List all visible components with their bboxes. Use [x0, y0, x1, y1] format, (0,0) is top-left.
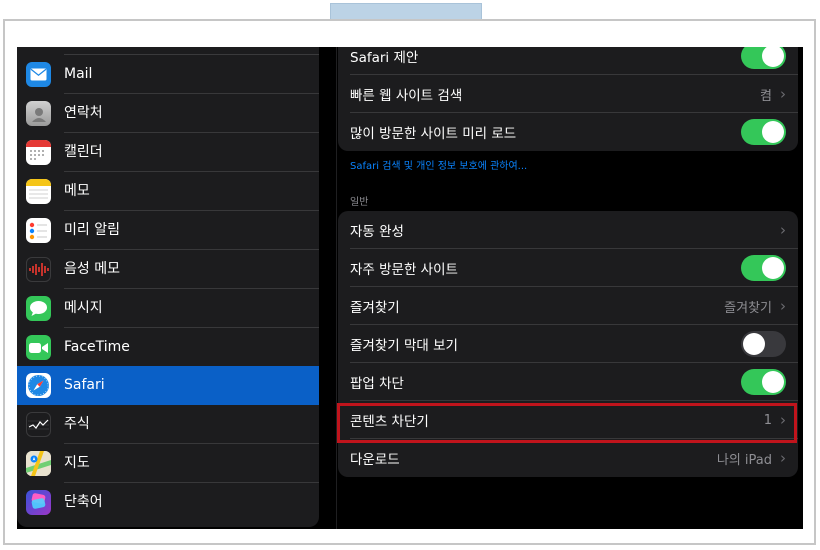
- sidebar-item-facetime[interactable]: FaceTime: [17, 328, 319, 367]
- toggle-knob: [762, 47, 784, 67]
- mail-icon: [26, 62, 51, 87]
- row-show-favorites-bar[interactable]: 즐겨찾기 막대 보기: [338, 325, 798, 363]
- sidebar-item-label: 메모: [64, 183, 90, 199]
- sidebar-item-reminders[interactable]: 미리 알림: [17, 211, 319, 250]
- row-downloads[interactable]: 다운로드 나의 iPad ›: [338, 439, 798, 477]
- chevron-right-icon: ›: [780, 221, 786, 239]
- content-blockers-highlight-box: [337, 403, 797, 443]
- sidebar-item-mail[interactable]: Mail: [17, 55, 319, 94]
- row-label: 다운로드: [350, 452, 400, 468]
- sidebar-item-label: 연락처: [64, 105, 103, 121]
- row-preload-top-hit[interactable]: 많이 방문한 사이트 미리 로드: [338, 113, 798, 151]
- sidebar-item-label: 메시지: [64, 300, 103, 316]
- chevron-right-icon: ›: [780, 85, 786, 103]
- row-value: 켬: [760, 88, 772, 104]
- ipad-settings-screen: Mail 연락처 캘린더 메모 미리 알림 음성 메모 메시지 FaceTime…: [17, 47, 803, 529]
- sidebar-item-shortcuts[interactable]: 단축어: [17, 483, 319, 522]
- row-label: 즐겨찾기: [350, 300, 400, 316]
- frequently-visited-toggle[interactable]: [741, 255, 786, 281]
- toggle-knob: [762, 257, 784, 279]
- toggle-knob: [762, 371, 784, 393]
- sidebar-item-contacts[interactable]: 연락처: [17, 94, 319, 133]
- row-block-popups[interactable]: 팝업 차단: [338, 363, 798, 401]
- section-header-general: 일반: [350, 197, 369, 208]
- shortcuts-icon: [26, 490, 51, 515]
- sidebar-item-label: 지도: [64, 455, 90, 471]
- row-label: 많이 방문한 사이트 미리 로드: [350, 126, 517, 142]
- voice-memos-icon: [26, 257, 51, 282]
- settings-sidebar: Mail 연락처 캘린더 메모 미리 알림 음성 메모 메시지 FaceTime…: [17, 47, 319, 527]
- sidebar-item-label: 캘린더: [64, 144, 103, 160]
- toggle-knob: [743, 333, 765, 355]
- notes-icon: [26, 179, 51, 204]
- row-label: Safari 제안: [350, 50, 419, 66]
- row-label: 자동 완성: [350, 224, 404, 240]
- row-label: 즐겨찾기 막대 보기: [350, 338, 458, 354]
- block-popups-toggle[interactable]: [741, 369, 786, 395]
- sidebar-item-label: 미리 알림: [64, 222, 120, 238]
- sidebar-item-maps[interactable]: 지도: [17, 444, 319, 483]
- messages-icon: [26, 296, 51, 321]
- facetime-icon: [26, 335, 51, 360]
- preload-top-hit-toggle[interactable]: [741, 119, 786, 145]
- contacts-icon: [26, 101, 51, 126]
- row-label: 자주 방문한 사이트: [350, 262, 458, 278]
- row-value: 즐겨찾기: [724, 300, 772, 316]
- sidebar-item-label: Mail: [64, 66, 93, 82]
- row-label: 빠른 웹 사이트 검색: [350, 88, 463, 104]
- toggle-knob: [762, 121, 784, 143]
- show-favorites-bar-toggle[interactable]: [741, 331, 786, 357]
- sidebar-item-calendar[interactable]: 캘린더: [17, 133, 319, 172]
- sidebar-item-label: Safari: [64, 377, 105, 393]
- sidebar-item-notes[interactable]: 메모: [17, 172, 319, 211]
- sidebar-top-divider: [64, 47, 319, 55]
- panel-divider: [336, 47, 337, 529]
- row-value: 나의 iPad: [716, 452, 772, 468]
- row-favorites[interactable]: 즐겨찾기 즐겨찾기 ›: [338, 287, 798, 325]
- safari-icon: [26, 373, 51, 398]
- maps-icon: [26, 451, 51, 476]
- chevron-right-icon: ›: [780, 297, 786, 315]
- sidebar-item-messages[interactable]: 메시지: [17, 289, 319, 328]
- row-safari-suggestions[interactable]: Safari 제안: [338, 47, 798, 75]
- stocks-icon: [26, 412, 51, 437]
- sidebar-item-label: 단축어: [64, 494, 103, 510]
- sidebar-item-label: 주식: [64, 416, 90, 432]
- sidebar-item-safari[interactable]: Safari: [17, 366, 319, 405]
- row-label: 팝업 차단: [350, 376, 404, 392]
- search-settings-group: Safari 제안 빠른 웹 사이트 검색 켬 › 많이 방문한 사이트 미리 로…: [338, 47, 798, 151]
- chevron-right-icon: ›: [780, 449, 786, 467]
- reminders-icon: [26, 218, 51, 243]
- sidebar-item-stocks[interactable]: 주식: [17, 405, 319, 444]
- sidebar-item-voice-memos[interactable]: 음성 메모: [17, 250, 319, 289]
- row-frequently-visited[interactable]: 자주 방문한 사이트: [338, 249, 798, 287]
- row-autofill[interactable]: 자동 완성 ›: [338, 211, 798, 249]
- sidebar-item-label: FaceTime: [64, 339, 130, 355]
- row-quick-website-search[interactable]: 빠른 웹 사이트 검색 켬 ›: [338, 75, 798, 113]
- calendar-icon: [26, 140, 51, 165]
- privacy-link[interactable]: Safari 검색 및 개인 정보 보호에 관하여...: [350, 157, 527, 172]
- safari-suggestions-toggle[interactable]: [741, 47, 786, 69]
- sidebar-item-label: 음성 메모: [64, 261, 120, 277]
